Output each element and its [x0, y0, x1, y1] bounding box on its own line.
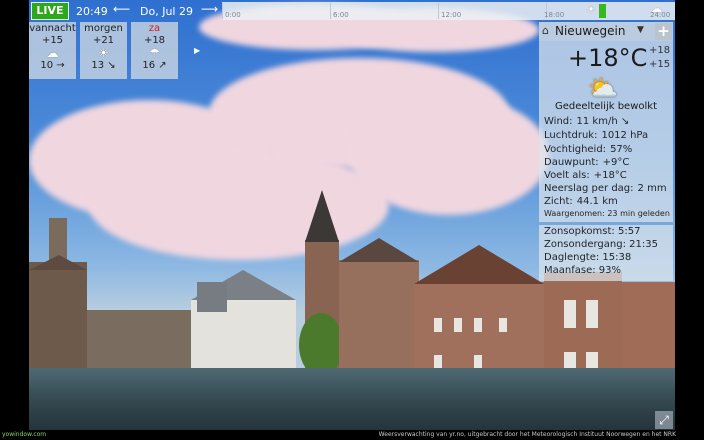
detail-row: Wind: 11 km/h ↘ [544, 116, 629, 127]
current-conditions-panel: ⌂ Nieuwegein ▼ + +18°C +18 +15 ⛅ Gedeelt… [539, 22, 673, 222]
forecast-day-name: za [148, 23, 161, 34]
chevron-right-icon[interactable]: ▶ [194, 46, 200, 55]
forecast-day-name: vannacht [29, 23, 76, 34]
timeline-gridline [330, 3, 331, 19]
top-bar: LIVE 20:49 ⟵ Do, Jul 29 ⟶ 0:00 6:00 12:0… [29, 0, 675, 22]
forecast-strip: vannacht +15 ☁ 10 → morgen +21 ☀ 13 ↘ za… [29, 22, 200, 79]
detail-label: Zicht: [544, 196, 573, 207]
detail-label: Dauwpunt: [544, 157, 599, 168]
forecast-day[interactable]: vannacht +15 ☁ 10 → [29, 22, 76, 79]
date-label: Do, Jul 29 [140, 5, 193, 18]
partly-cloudy-icon: ⛅ [588, 74, 618, 102]
detail-value: +18°C [593, 170, 627, 181]
sun-value: 5:57 [617, 226, 641, 237]
forecast-day-name: morgen [84, 23, 123, 34]
detail-label: Vochtigheid: [544, 144, 607, 155]
detail-label: Luchtdruk: [544, 130, 598, 141]
location-header: ⌂ Nieuwegein ▼ + [539, 22, 673, 41]
sun-label: Maanfase: [544, 265, 596, 276]
site-link[interactable]: yowindow.com [2, 431, 46, 438]
sun-icon: ☀ [98, 46, 109, 60]
detail-value: +9°C [602, 157, 630, 168]
sun-value: 21:35 [629, 239, 658, 250]
detail-label: Neerslag per dag: [544, 183, 634, 194]
current-temperature: +18°C [568, 44, 648, 72]
forecast-credit[interactable]: Weersverwachting van yr.no, uitgebracht … [379, 431, 676, 438]
canal-water [29, 368, 675, 430]
low-temperature: +15 [649, 59, 671, 70]
sun-value: 15:38 [602, 252, 632, 263]
detail-value: 44.1 km [576, 196, 618, 207]
sun-row: Zonsopkomst: 5:57 [544, 226, 640, 237]
timeline-gridline [222, 3, 223, 19]
detail-row: Zicht: 44.1 km [544, 196, 618, 207]
timeline-now-marker[interactable] [599, 4, 606, 18]
live-button[interactable]: LIVE [31, 2, 69, 20]
detail-row: Neerslag per dag: 2 mm [544, 183, 667, 194]
timeline-tick: 6:00 [333, 11, 349, 19]
forecast-temp: +18 [143, 35, 166, 46]
detail-value: 1012 hPa [601, 130, 649, 141]
forecast-wind: 16 ↗ [142, 60, 167, 71]
sun-row: Maanfase: 93% [544, 265, 621, 276]
detail-row: Vochtigheid: 57% [544, 144, 632, 155]
sun-label: Daglengte: [544, 252, 600, 263]
home-icon[interactable]: ⌂ [542, 24, 549, 37]
detail-row: Luchtdruk: 1012 hPa [544, 130, 648, 141]
location-name[interactable]: Nieuwegein [555, 24, 625, 38]
sun-icon: ☀ [586, 3, 596, 16]
detail-row: Dauwpunt: +9°C [544, 157, 629, 168]
timeline-tick: 12:00 [441, 11, 462, 19]
forecast-wind: 13 ↘ [91, 60, 116, 71]
cloud-icon: ☁ [651, 2, 662, 15]
footer-bar: yowindow.com Weersverwachting van yr.no,… [0, 430, 704, 440]
forecast-temp: +21 [92, 35, 115, 46]
timeline-tick: 0:00 [225, 11, 241, 19]
forecast-temp: +15 [41, 35, 64, 46]
sun-label: Zonsopkomst: [544, 226, 615, 237]
detail-value: 57% [610, 144, 633, 155]
detail-label: Voelt als: [544, 170, 590, 181]
rain-cloud-icon: ☂ [149, 46, 160, 60]
detail-label: Wind: [544, 116, 573, 127]
current-time: 20:49 [76, 5, 108, 18]
left-arrow-icon[interactable]: ⟵ [113, 2, 130, 16]
timeline-tick: 18:00 [544, 11, 565, 19]
detail-value: 2 mm [637, 183, 667, 194]
right-arrow-icon[interactable]: ⟶ [201, 2, 218, 16]
chevron-down-icon[interactable]: ▼ [637, 25, 644, 35]
sun-moon-panel: Zonsopkomst: 5:57 Zonsondergang: 21:35 D… [539, 225, 673, 281]
detail-value: 11 km/h ↘ [576, 116, 630, 127]
sun-label: Zonsondergang: [544, 239, 626, 250]
observed-time: Waargenomen: 23 min geleden [544, 209, 670, 218]
timeline-gridline [438, 3, 439, 19]
sun-row: Zonsondergang: 21:35 [544, 239, 658, 250]
timeline-slider[interactable]: 0:00 6:00 12:00 18:00 24:00 ☀ ☁ [222, 2, 675, 20]
add-location-button[interactable]: + [655, 23, 672, 40]
forecast-day[interactable]: morgen +21 ☀ 13 ↘ [80, 22, 127, 79]
sun-row: Daglengte: 15:38 [544, 252, 631, 263]
forecast-wind: 10 → [40, 60, 65, 71]
forecast-day[interactable]: za +18 ☂ 16 ↗ [131, 22, 178, 79]
sun-value: 93% [598, 265, 622, 276]
fullscreen-icon[interactable]: ⤢ [655, 411, 673, 429]
detail-row: Voelt als: +18°C [544, 170, 627, 181]
high-temperature: +18 [649, 45, 671, 56]
condition-text: Gedeeltelijk bewolkt [555, 101, 657, 112]
cloud-icon: ☁ [46, 46, 59, 60]
